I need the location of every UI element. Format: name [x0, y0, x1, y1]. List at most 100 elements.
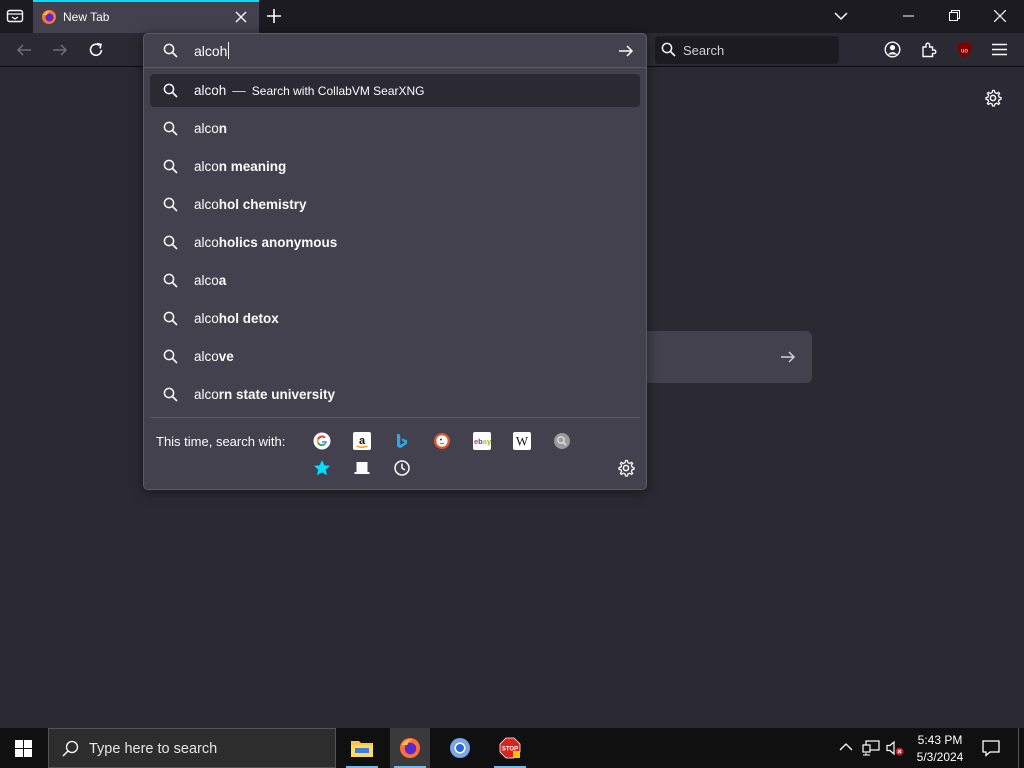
searxng-icon[interactable]: [553, 432, 571, 450]
extensions-icon[interactable]: [920, 41, 937, 58]
search-bar-placeholder: Search: [683, 43, 725, 58]
svg-text:a: a: [359, 435, 366, 447]
wikipedia-icon[interactable]: W: [513, 432, 531, 450]
suggestion-typed: alco: [194, 311, 219, 326]
list-all-tabs-icon[interactable]: [6, 8, 24, 24]
clock-date[interactable]: 5/3/2024: [912, 750, 968, 764]
search-icon: [661, 42, 676, 57]
ebay-icon[interactable]: ebay: [473, 432, 491, 450]
suggestion-text: alcohol chemistry: [194, 197, 307, 212]
show-hidden-icons-chevron-icon[interactable]: [839, 742, 853, 752]
windows-start-icon[interactable]: [15, 740, 32, 757]
amazon-icon[interactable]: a: [353, 432, 371, 450]
search-icon: [163, 121, 178, 136]
suggestion-text: alcohol detox: [194, 311, 279, 326]
arrow-right-icon[interactable]: [780, 350, 796, 364]
suggestion-action: Search with CollabVM SearXNG: [251, 84, 425, 98]
search-icon: [163, 159, 178, 174]
search-icon: [163, 43, 178, 58]
close-tab-icon[interactable]: [235, 11, 247, 23]
suggestion-completion: hol chemistry: [218, 197, 307, 212]
urlbar-input[interactable]: alcoh: [194, 43, 227, 59]
menu-icon[interactable]: [992, 43, 1007, 56]
urlbar-input-row[interactable]: alcoh: [144, 34, 646, 68]
windows-taskbar: Type here to search STOP 5:43 PM 5/3/202…: [0, 728, 1024, 768]
bookmarks-icon[interactable]: [313, 459, 331, 477]
svg-text:ebay: ebay: [474, 437, 491, 446]
suggestion-text: alcorn state university: [194, 387, 335, 402]
bing-icon[interactable]: [393, 432, 411, 450]
ublock-origin-icon[interactable]: uo: [956, 41, 973, 59]
suggestion-row[interactable]: alcoh — Search with CollabVM SearXNG: [150, 74, 640, 107]
suggestion-text: alcon meaning: [194, 159, 286, 174]
one-off-search-label: This time, search with:: [156, 434, 286, 449]
suggestion-completion: rn state university: [218, 387, 336, 402]
suggestion-row[interactable]: alcorn state university: [150, 378, 640, 411]
suggestion-typed: alco: [194, 235, 219, 250]
suggestion-typed: alco: [194, 197, 219, 212]
suggestion-text: alcon: [194, 121, 227, 136]
suggestion-completion: holics anonymous: [218, 235, 338, 250]
text-caret: [228, 42, 229, 59]
taskbar-search-placeholder: Type here to search: [89, 741, 218, 757]
search-icon: [163, 197, 178, 212]
suggestion-typed: alco: [194, 159, 219, 174]
network-icon[interactable]: [862, 740, 880, 756]
suggestion-typed: alcoh: [194, 83, 227, 98]
tab-new-tab[interactable]: New Tab: [33, 0, 259, 33]
suggestion-row[interactable]: alcohol detox: [150, 302, 640, 335]
chromium-taskbar-button[interactable]: [440, 728, 480, 768]
minimize-button[interactable]: [903, 15, 914, 17]
volume-muted-icon[interactable]: [886, 740, 904, 756]
suggestion-typed: alco: [194, 273, 219, 288]
back-icon[interactable]: [16, 42, 32, 58]
account-icon[interactable]: [884, 41, 901, 58]
search-icon: [163, 83, 178, 98]
suggestion-completion: ve: [218, 349, 234, 364]
suggestion-row[interactable]: alcoa: [150, 264, 640, 297]
search-bar[interactable]: Search: [655, 36, 839, 64]
suggestion-row[interactable]: alcon: [150, 112, 640, 145]
search-icon: [163, 387, 178, 402]
page-search-box[interactable]: [645, 331, 812, 383]
reload-icon[interactable]: [88, 42, 104, 58]
suggestion-completion: a: [218, 273, 227, 288]
suggestion-text: alcoa: [194, 273, 226, 288]
svg-text:uo: uo: [961, 49, 968, 55]
stop-app-taskbar-button[interactable]: STOP: [490, 728, 530, 768]
suggestion-row[interactable]: alcohol chemistry: [150, 188, 640, 221]
suggestion-completion: n meaning: [218, 159, 287, 174]
history-icon[interactable]: [393, 459, 411, 477]
suggestion-separator: —: [232, 83, 246, 98]
tabs-icon[interactable]: [353, 459, 371, 477]
suggestion-typed: alco: [194, 349, 219, 364]
search-settings-gear-icon[interactable]: [617, 459, 635, 477]
suggestion-completion: hol detox: [218, 311, 279, 326]
firefox-taskbar-button[interactable]: [390, 728, 430, 768]
suggestion-row[interactable]: alcon meaning: [150, 150, 640, 183]
notifications-icon[interactable]: [982, 740, 1000, 757]
suggestion-row[interactable]: alcove: [150, 340, 640, 373]
suggestion-typed: alco: [194, 387, 219, 402]
go-arrow-icon[interactable]: [618, 44, 634, 58]
chevron-down-icon[interactable]: [834, 11, 848, 21]
close-window-button[interactable]: [994, 10, 1006, 22]
restore-button[interactable]: [949, 10, 960, 21]
tab-strip: New Tab: [0, 0, 1024, 33]
new-tab-button[interactable]: [267, 9, 281, 23]
clock-time[interactable]: 5:43 PM: [912, 733, 968, 747]
taskbar-search-box[interactable]: Type here to search: [48, 728, 336, 768]
suggestion-text: alcove: [194, 349, 234, 364]
suggestion-text: alcoholics anonymous: [194, 235, 337, 250]
svg-text:W: W: [516, 434, 529, 449]
file-explorer-taskbar-button[interactable]: [342, 728, 382, 768]
gear-icon[interactable]: [984, 89, 1002, 107]
show-desktop-button[interactable]: [1018, 728, 1019, 768]
search-icon: [163, 311, 178, 326]
suggestion-row[interactable]: alcoholics anonymous: [150, 226, 640, 259]
google-icon[interactable]: [313, 432, 331, 450]
forward-icon[interactable]: [52, 42, 68, 58]
duckduckgo-icon[interactable]: [433, 432, 451, 450]
suggestion-completion: n: [218, 121, 228, 136]
search-icon: [62, 740, 79, 757]
